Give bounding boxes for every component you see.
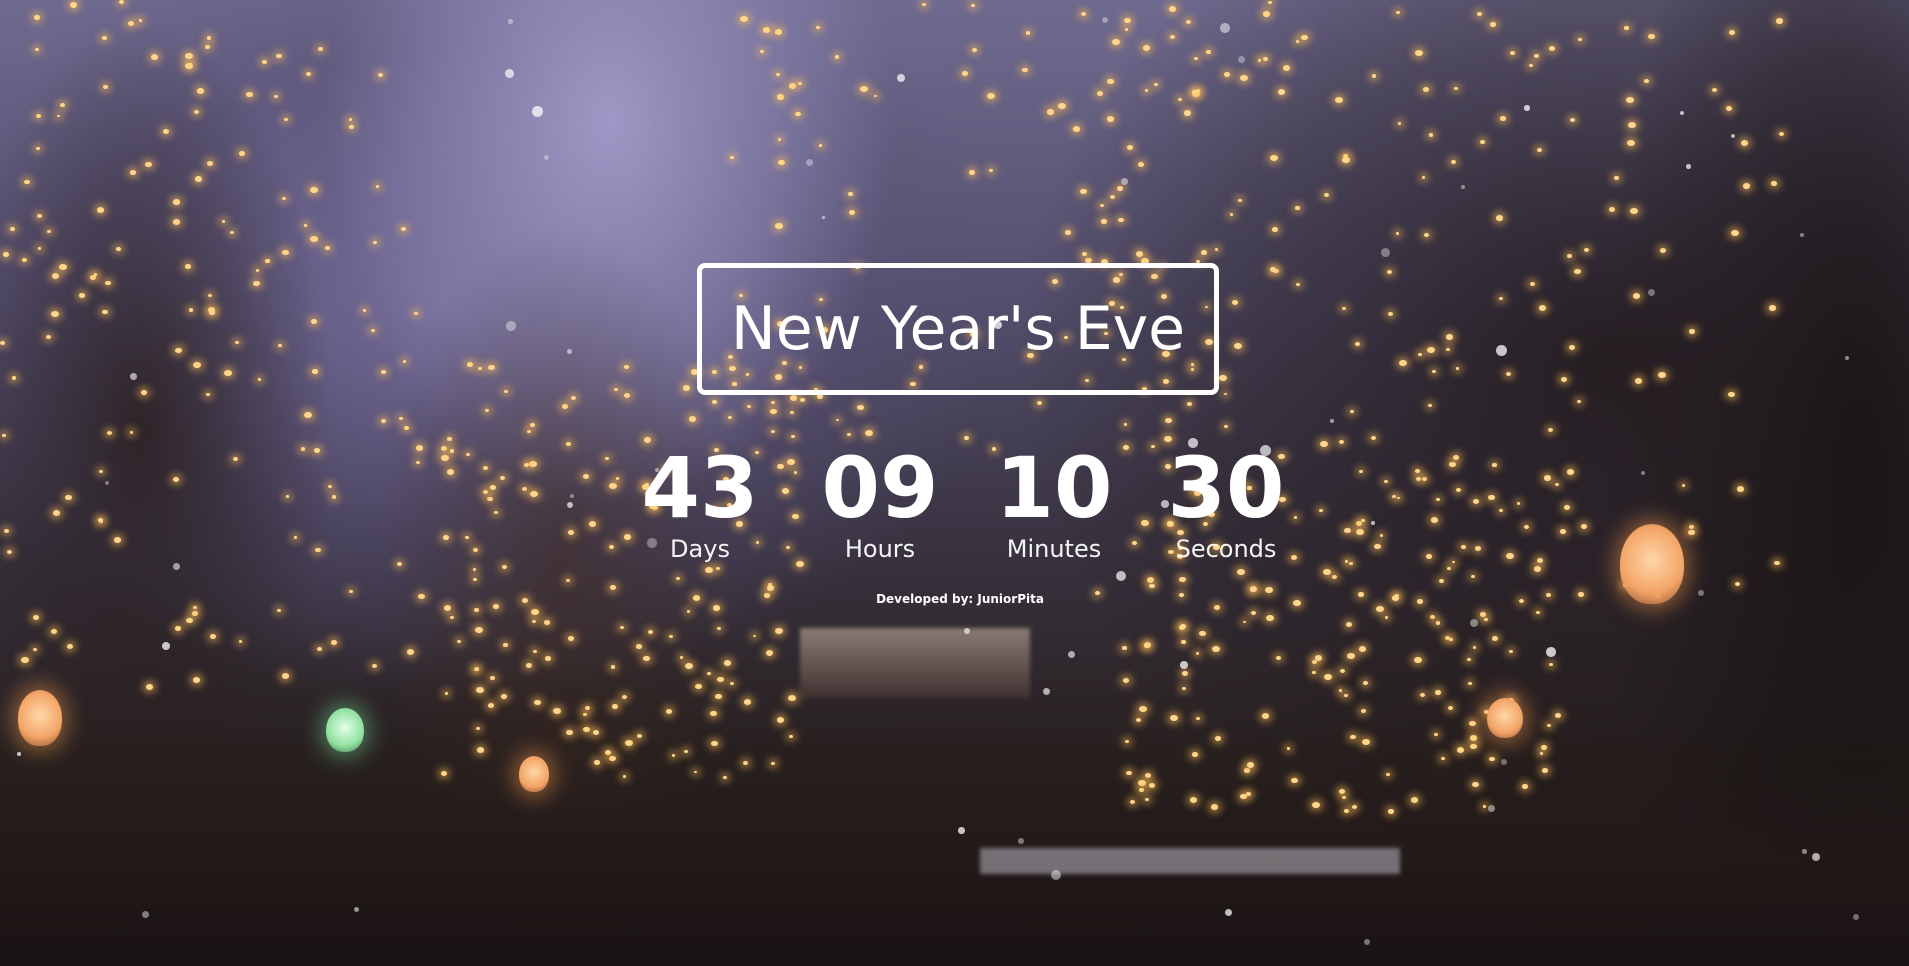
street-lamp-green: [326, 708, 364, 752]
snowflake: [1121, 178, 1128, 185]
snowflake: [570, 494, 574, 498]
hours-label: Hours: [844, 535, 916, 563]
snowflake: [1381, 248, 1390, 257]
street-lamp-left: [18, 690, 62, 746]
snowflake: [897, 74, 905, 82]
developer-credit: Developed by: JuniorPita: [876, 592, 1044, 606]
snowflake: [105, 481, 109, 485]
snowflake: [1546, 647, 1556, 657]
snowflake: [505, 69, 514, 78]
snowflake: [1802, 849, 1807, 854]
countdown-days: 43 Days: [620, 440, 780, 562]
snowflake: [1364, 939, 1370, 945]
seconds-value: 30: [1167, 439, 1285, 537]
snowflake: [1220, 23, 1230, 33]
snowflake: [1470, 619, 1478, 627]
snowflake: [1496, 345, 1507, 356]
countdown-hours: 09 Hours: [800, 440, 960, 562]
snowflake: [964, 628, 970, 634]
countdown-minutes: 10 Minutes: [974, 440, 1134, 562]
snowflake: [17, 752, 21, 756]
snowy-roof: [980, 848, 1400, 874]
snowflake: [1686, 164, 1691, 169]
countdown-seconds: 30 Seconds: [1146, 440, 1306, 562]
days-label: Days: [670, 535, 730, 563]
snowflake: [1488, 805, 1495, 812]
snowflake: [1800, 233, 1804, 237]
snowflake: [1102, 17, 1108, 23]
snowflake: [958, 827, 965, 834]
hours-value: 09: [821, 439, 939, 537]
minutes-value: 10: [995, 439, 1113, 537]
snowflake: [162, 642, 170, 650]
snowflake: [532, 106, 543, 117]
page-title: New Year's Eve: [730, 294, 1186, 364]
seconds-label: Seconds: [1175, 535, 1277, 563]
street-lamp-right: [1620, 524, 1684, 604]
snowflake: [130, 373, 137, 380]
ground: [0, 776, 1909, 966]
countdown: 43 Days 09 Hours 10 Minutes 30 Seconds: [620, 440, 1300, 580]
snowflake: [1225, 909, 1232, 916]
snowflake: [508, 19, 513, 24]
street-lamp-mid: [519, 756, 549, 792]
snowflake: [506, 321, 516, 331]
title-box: New Year's Eve: [697, 263, 1219, 395]
street-lamp-right-2: [1487, 698, 1523, 738]
days-value: 43: [641, 439, 759, 537]
distant-building: [800, 628, 1030, 698]
snowflake: [1524, 105, 1530, 111]
minutes-label: Minutes: [1006, 535, 1102, 563]
